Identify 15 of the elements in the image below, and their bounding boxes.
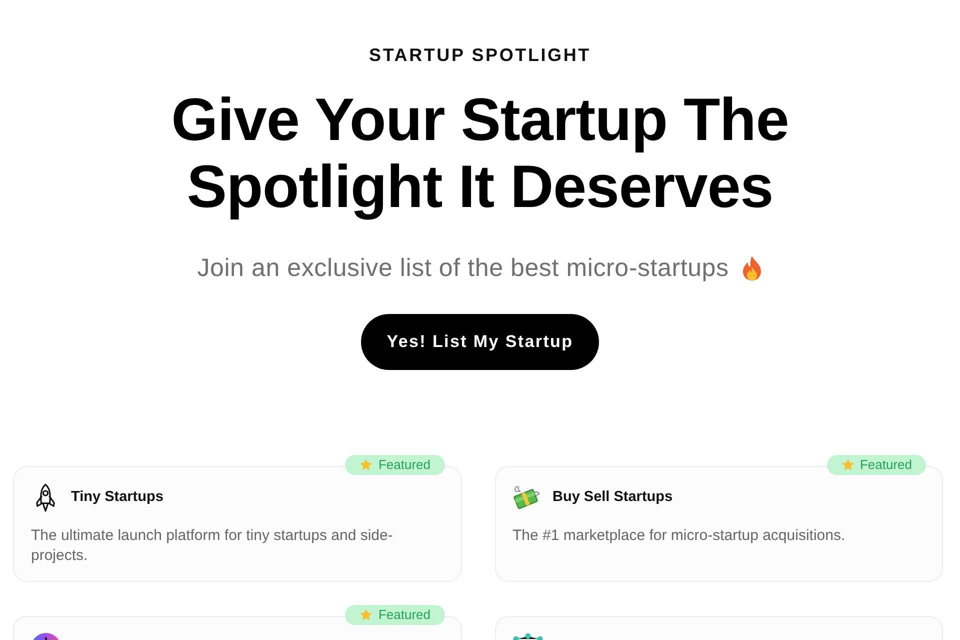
- eyebrow-heading: STARTUP SPOTLIGHT: [368, 44, 592, 66]
- star-icon: [842, 459, 854, 471]
- flame-icon: [740, 255, 763, 281]
- hero-subtitle: Join an exclusive list of the best micro-startups: [197, 253, 729, 284]
- banknote-icon: [512, 484, 540, 512]
- startup-title: Buy Sell Startups: [552, 488, 673, 508]
- startup-description: The ultimate launch platform for tiny startups and side-projects.: [31, 526, 394, 566]
- hero-headline: Give Your Startup The Spotlight It Deserves: [170, 86, 790, 220]
- star-icon: [360, 459, 372, 471]
- rocket-icon: [34, 483, 57, 513]
- startup-title: Tiny Startups: [71, 488, 164, 508]
- startup-description: The #1 marketplace for micro-startup acquisitions.: [512, 526, 846, 546]
- featured-label: Featured: [378, 606, 430, 624]
- star-icon: [360, 609, 372, 621]
- list-startup-button[interactable]: Yes! List My Startup: [360, 314, 600, 370]
